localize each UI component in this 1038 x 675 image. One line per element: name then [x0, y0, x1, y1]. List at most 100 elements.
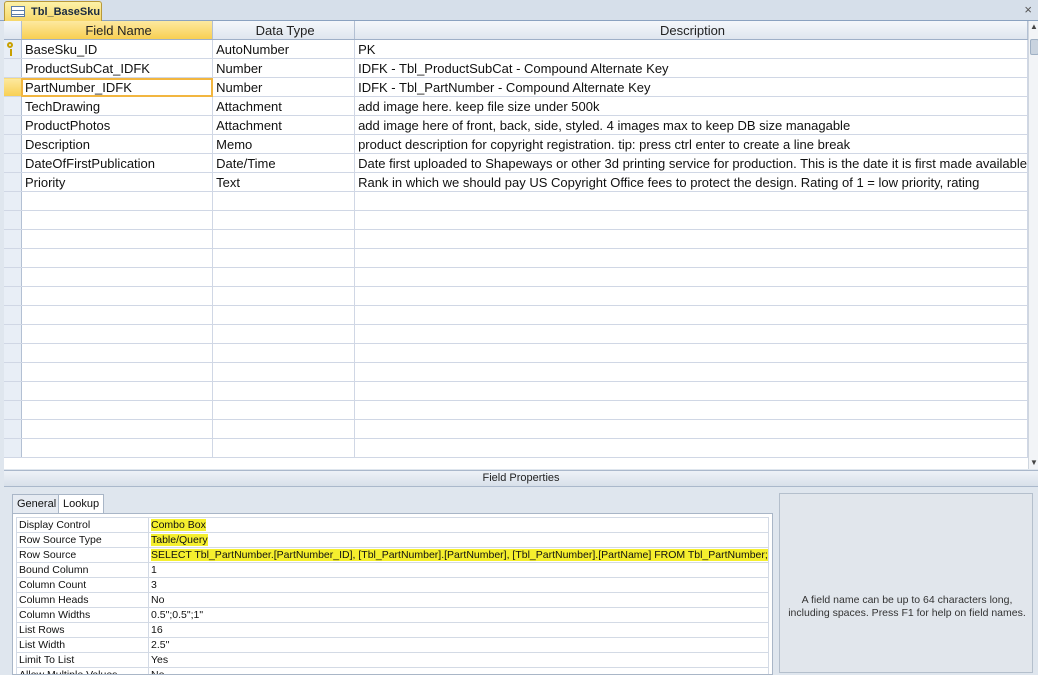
data-type-cell[interactable]: AutoNumber [213, 40, 355, 59]
data-type-cell[interactable] [213, 211, 355, 230]
row-selector[interactable] [4, 173, 21, 192]
field-name-cell[interactable] [21, 420, 212, 439]
field-name-cell[interactable]: Description [21, 135, 212, 154]
description-cell[interactable]: PK [355, 40, 1028, 59]
property-row[interactable]: Row Source TypeTable/Query [17, 533, 769, 548]
field-row[interactable] [4, 439, 1028, 458]
tab-general[interactable]: General [12, 494, 61, 513]
row-selector[interactable] [4, 420, 21, 439]
data-type-cell[interactable]: Text [213, 173, 355, 192]
field-row[interactable] [4, 287, 1028, 306]
field-name-cell[interactable] [21, 401, 212, 420]
field-row[interactable] [4, 344, 1028, 363]
property-row[interactable]: List Width2.5" [17, 638, 769, 653]
field-name-cell[interactable] [21, 439, 212, 458]
field-row[interactable] [4, 363, 1028, 382]
data-type-cell[interactable] [213, 249, 355, 268]
property-row[interactable]: Display ControlCombo Box [17, 518, 769, 533]
property-row[interactable]: List Rows16 [17, 623, 769, 638]
data-type-cell[interactable] [213, 363, 355, 382]
field-row[interactable]: ProductSubCat_IDFKNumberIDFK - Tbl_Produ… [4, 59, 1028, 78]
field-name-cell[interactable]: ProductSubCat_IDFK [21, 59, 212, 78]
property-row[interactable]: Allow Multiple ValuesNo [17, 668, 769, 675]
field-name-cell[interactable]: TechDrawing [21, 97, 212, 116]
property-row[interactable]: Limit To ListYes [17, 653, 769, 668]
field-name-cell[interactable] [21, 325, 212, 344]
data-type-cell[interactable] [213, 325, 355, 344]
field-row[interactable]: DateOfFirstPublicationDate/TimeDate firs… [4, 154, 1028, 173]
vertical-scrollbar[interactable]: ▲ ▼ [1028, 21, 1038, 469]
description-cell[interactable]: IDFK - Tbl_ProductSubCat - Compound Alte… [355, 59, 1028, 78]
data-type-cell[interactable] [213, 382, 355, 401]
data-type-cell[interactable] [213, 306, 355, 325]
field-row[interactable]: PriorityTextRank in which we should pay … [4, 173, 1028, 192]
field-row[interactable] [4, 230, 1028, 249]
row-selector[interactable] [4, 97, 21, 116]
description-cell[interactable]: product description for copyright regist… [355, 135, 1028, 154]
row-selector[interactable] [4, 382, 21, 401]
description-cell[interactable] [355, 306, 1028, 325]
property-value[interactable]: 3 [149, 578, 769, 593]
description-cell[interactable] [355, 325, 1028, 344]
data-type-cell[interactable]: Attachment [213, 97, 355, 116]
description-cell[interactable]: add image here of front, back, side, sty… [355, 116, 1028, 135]
field-row[interactable] [4, 192, 1028, 211]
data-type-cell[interactable] [213, 420, 355, 439]
property-value[interactable]: 2.5" [149, 638, 769, 653]
data-type-cell[interactable] [213, 344, 355, 363]
tab-lookup[interactable]: Lookup [58, 494, 104, 514]
property-row[interactable]: Column HeadsNo [17, 593, 769, 608]
description-cell[interactable] [355, 420, 1028, 439]
field-name-cell[interactable] [21, 249, 212, 268]
data-type-cell[interactable] [213, 287, 355, 306]
data-type-cell[interactable] [213, 230, 355, 249]
scrollbar-thumb[interactable] [1030, 39, 1038, 55]
property-value[interactable]: Table/Query [149, 533, 769, 548]
document-tab[interactable]: Tbl_BaseSku [4, 1, 102, 21]
field-name-cell[interactable] [21, 363, 212, 382]
data-type-cell[interactable]: Date/Time [213, 154, 355, 173]
field-name-cell[interactable]: PartNumber_IDFK [21, 78, 212, 97]
description-cell[interactable] [355, 211, 1028, 230]
row-selector[interactable] [4, 116, 21, 135]
field-row[interactable]: PartNumber_IDFKNumberIDFK - Tbl_PartNumb… [4, 78, 1028, 97]
description-cell[interactable] [355, 268, 1028, 287]
field-name-cell[interactable]: BaseSku_ID [21, 40, 212, 59]
description-cell[interactable] [355, 249, 1028, 268]
row-selector[interactable] [4, 192, 21, 211]
property-value[interactable]: 1 [149, 563, 769, 578]
data-type-cell[interactable]: Memo [213, 135, 355, 154]
data-type-cell[interactable] [213, 401, 355, 420]
description-cell[interactable]: IDFK - Tbl_PartNumber - Compound Alterna… [355, 78, 1028, 97]
field-name-cell[interactable]: Priority [21, 173, 212, 192]
row-selector[interactable] [4, 401, 21, 420]
data-type-cell[interactable]: Number [213, 59, 355, 78]
close-icon[interactable]: × [1024, 2, 1032, 17]
field-row[interactable]: BaseSku_IDAutoNumberPK [4, 40, 1028, 59]
description-cell[interactable]: Rank in which we should pay US Copyright… [355, 173, 1028, 192]
field-name-cell[interactable] [21, 268, 212, 287]
field-row[interactable]: ProductPhotosAttachmentadd image here of… [4, 116, 1028, 135]
description-cell[interactable] [355, 439, 1028, 458]
property-value[interactable]: No [149, 593, 769, 608]
row-selector[interactable] [4, 59, 21, 78]
row-selector[interactable] [4, 363, 21, 382]
field-row[interactable] [4, 420, 1028, 439]
field-name-cell[interactable] [21, 230, 212, 249]
field-name-cell[interactable]: ProductPhotos [21, 116, 212, 135]
row-selector[interactable] [4, 344, 21, 363]
field-row[interactable] [4, 382, 1028, 401]
description-cell[interactable]: add image here. keep file size under 500… [355, 97, 1028, 116]
property-value[interactable]: Combo Box [149, 518, 769, 533]
field-name-cell[interactable]: DateOfFirstPublication [21, 154, 212, 173]
data-type-cell[interactable] [213, 439, 355, 458]
row-selector[interactable] [4, 325, 21, 344]
description-cell[interactable]: Date first uploaded to Shapeways or othe… [355, 154, 1028, 173]
data-type-cell[interactable]: Number [213, 78, 355, 97]
property-row[interactable]: Row SourceSELECT Tbl_PartNumber.[PartNum… [17, 548, 769, 563]
field-row[interactable]: TechDrawingAttachmentadd image here. kee… [4, 97, 1028, 116]
field-name-cell[interactable] [21, 382, 212, 401]
field-name-cell[interactable] [21, 192, 212, 211]
row-selector[interactable] [4, 135, 21, 154]
property-value[interactable]: 16 [149, 623, 769, 638]
